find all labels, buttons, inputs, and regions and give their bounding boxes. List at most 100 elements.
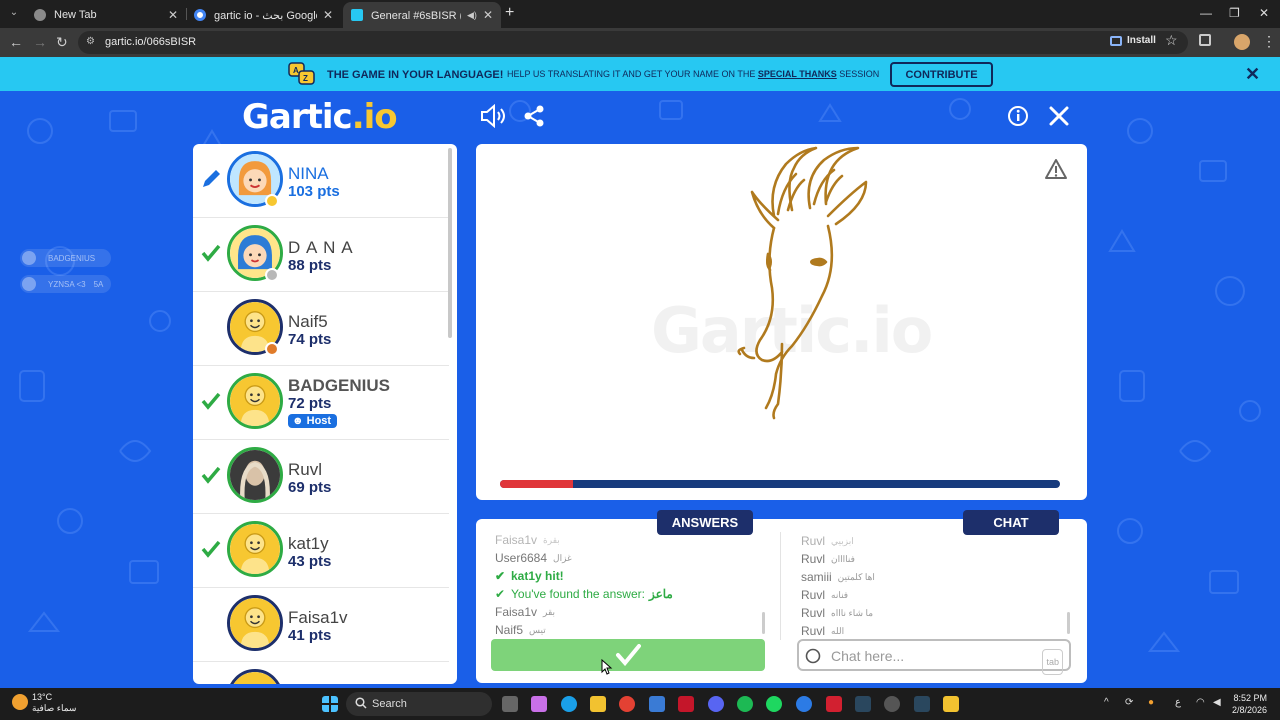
info-icon[interactable] [1007,105,1029,127]
chrome-icon[interactable] [619,696,635,712]
chat-text: الله [831,625,845,636]
profile-avatar[interactable] [1234,34,1250,50]
steam-icon[interactable] [914,696,930,712]
round-timer-bar [500,480,1060,488]
sound-toggle-icon[interactable] [480,104,506,128]
player-row[interactable]: NINA 103 pts [193,144,449,218]
tab-title: gartic io - بحث Google [214,9,317,22]
player-name: NINA [288,164,329,183]
chat-input[interactable]: Chat here... tab [797,639,1071,675]
tray-sync-icon[interactable]: ⟳ [1125,697,1133,708]
discord-icon[interactable] [708,696,724,712]
input-language[interactable]: ع [1175,697,1181,708]
goat-drawing [737,146,868,420]
chat-message: Ruvl فناااان [801,550,875,568]
found-answer-notice: ✔ You've found the answer: ماعز [495,585,673,603]
player-name: BADGENIUS [288,376,391,395]
contribute-button[interactable]: CONTRIBUTE [890,62,993,87]
volume-icon[interactable]: ◀ [1213,697,1221,708]
player-row[interactable]: Naif5 74 pts [193,292,449,366]
exit-game-icon[interactable] [1048,105,1070,127]
spotify-icon[interactable] [766,696,782,712]
steam-icon[interactable] [855,696,871,712]
player-row[interactable]: Faisa1v 41 pts [193,588,449,662]
window-close-button[interactable]: ✕ [1259,6,1269,20]
chat-message: Ruvl ما شاء ناااه [801,604,875,622]
reload-icon[interactable]: ↻ [56,34,68,50]
share-icon[interactable] [522,104,546,128]
answer-item: Faisa1v بقرة [495,531,673,549]
windows-start-icon[interactable] [322,696,338,712]
restore-button[interactable]: ❐ [1229,6,1240,20]
install-icon [1110,35,1122,46]
bookmark-star-icon[interactable]: ☆ [1165,32,1178,49]
taskbar-search[interactable]: Search [346,692,492,716]
hit-notice: ✔ kat1y hit! [495,567,673,585]
chat-message: Ruvl ابزبيي [801,532,875,550]
copilot-icon[interactable] [531,696,547,712]
edge-icon[interactable] [561,696,577,712]
chat-text: فنانه [831,589,849,600]
forward-arrow-icon[interactable]: → [33,34,47,50]
tab-search-icon[interactable]: ⌄ [6,5,22,21]
avatar [22,277,36,291]
player-name: Faisa1v [288,608,348,627]
gartic-app-icon[interactable] [943,696,959,712]
file-explorer-icon[interactable] [590,696,606,712]
speaker-icon[interactable]: ◀) [467,10,477,21]
banner-sub-prefix: HELP US TRANSLATING IT AND GET YOUR NAME… [507,69,756,79]
back-arrow-icon[interactable]: ← [9,34,23,50]
chat-bubble-icon [805,648,821,664]
report-warning-icon[interactable] [1044,158,1068,180]
tray-chevron-icon[interactable]: ^ [1104,697,1109,708]
netflix-icon[interactable] [678,696,694,712]
chat-scrollbar[interactable] [1067,612,1070,634]
tab-gartic[interactable]: General #6sBISR (العربية) - G ◀) ✕ [343,2,501,28]
banner-close-icon[interactable]: ✕ [1245,65,1260,83]
globe-icon [34,9,46,21]
close-icon[interactable]: ✕ [168,8,178,22]
answer-item: Faisa1v بقر [495,603,673,621]
player-list: NINA 103 pts D A N A 88 pts Naif5 74 pts… [193,144,457,684]
minimize-button[interactable]: — [1200,6,1212,20]
player-row[interactable]: Ruvl 69 pts [193,440,449,514]
close-icon[interactable]: ✕ [483,8,493,22]
tab-google-search[interactable]: gartic io - بحث Google ✕ [186,2,341,28]
player-row-partial[interactable] [193,662,449,684]
answers-scrollbar[interactable] [762,612,765,634]
xbox-icon[interactable] [737,696,753,712]
player-row[interactable]: BADGENIUS 72 pts ☻ Host [193,366,449,440]
site-info-icon[interactable]: ⚙ [86,36,98,48]
url-text[interactable]: gartic.io/066sBISR [105,36,196,48]
tab-new-tab[interactable]: New Tab ✕ [26,2,186,28]
microphone-icon[interactable]: ● [1148,697,1154,708]
banner-subtext: HELP US TRANSLATING IT AND GET YOUR NAME… [507,69,879,79]
wifi-icon[interactable]: ◠ [1196,697,1205,708]
clock[interactable]: 8:52 PM 2/8/2026 [1232,692,1267,716]
player-points: 69 pts [288,479,332,496]
app-icon[interactable] [884,696,900,712]
status-dot [265,268,279,282]
svg-text:Z: Z [303,74,308,83]
player-list-scrollbar[interactable] [448,148,452,338]
store-icon[interactable] [649,696,665,712]
player-row[interactable]: kat1y 43 pts [193,514,449,588]
task-view-icon[interactable] [502,696,518,712]
address-bar[interactable]: ⚙ gartic.io/066sBISR [78,31,1188,54]
install-button[interactable]: Install [1110,33,1156,48]
extensions-icon[interactable] [1199,34,1211,46]
close-icon[interactable]: ✕ [323,8,333,22]
app-icon[interactable] [826,696,842,712]
answer-input-disabled[interactable] [491,639,765,671]
app-icon[interactable] [796,696,812,712]
answer-item: User6684 غزال [495,549,673,567]
menu-kebab-icon[interactable]: ⋮ [1262,33,1276,50]
chat-tab[interactable]: CHAT [963,510,1059,535]
chat-message: samiii اها كلمتين [801,568,875,586]
browser-tab-strip: ⌄ New Tab ✕ gartic io - بحث Google ✕ Gen… [0,0,1280,28]
new-tab-button[interactable]: + [505,5,514,21]
player-points: 72 pts [288,395,332,412]
spectator-item: YZNSA <3 5A [20,275,112,293]
special-thanks-link[interactable]: SPECIAL THANKS [758,69,837,79]
player-row[interactable]: D A N A 88 pts [193,218,449,292]
